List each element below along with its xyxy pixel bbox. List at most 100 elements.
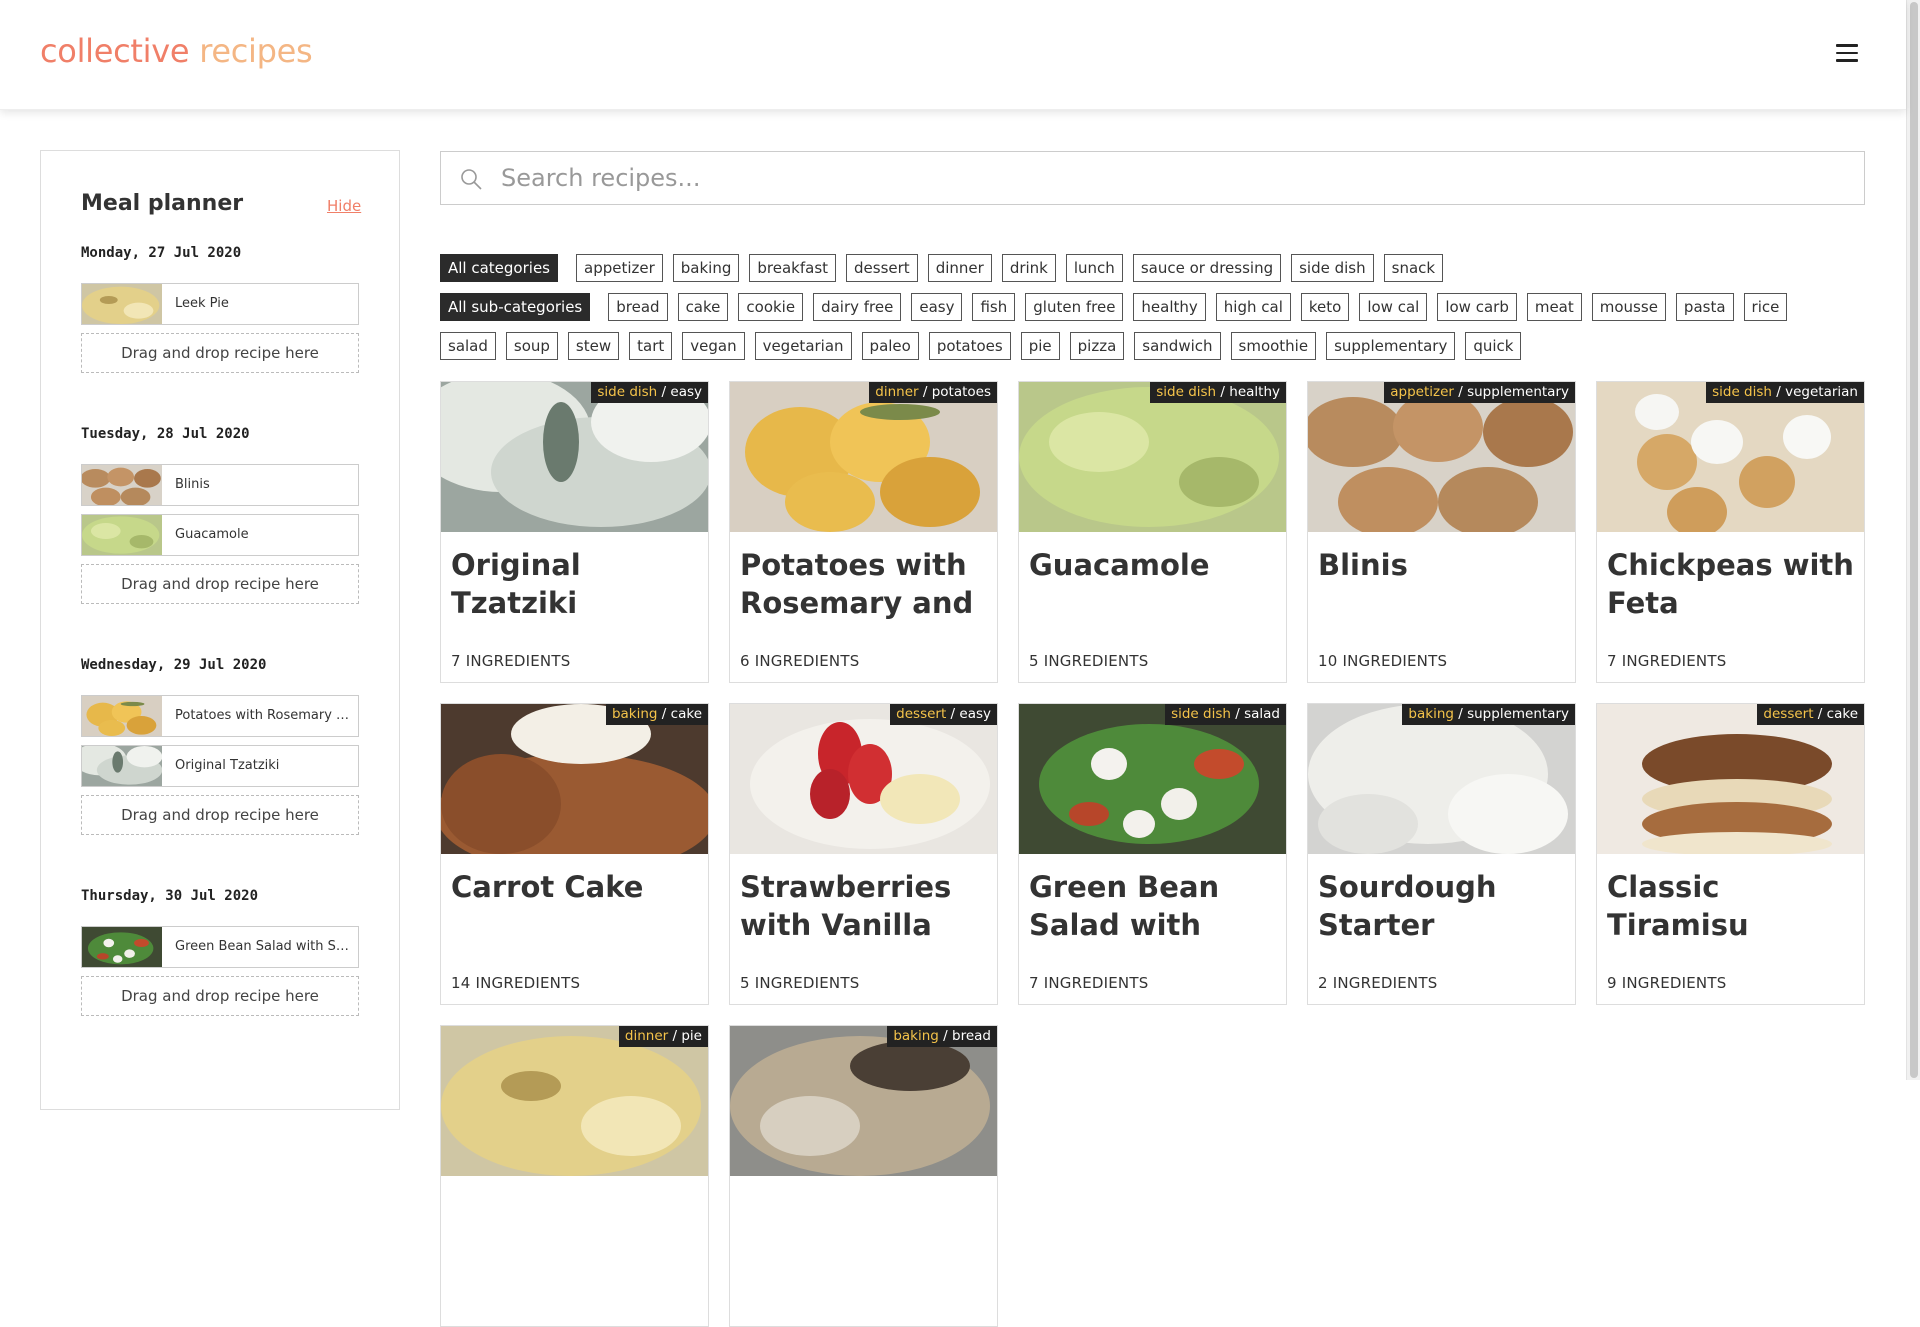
- subcategory-tag[interactable]: soup: [505, 332, 558, 360]
- drop-zone[interactable]: Drag and drop recipe here: [81, 795, 359, 835]
- recipe-category-badge: side dish / easy: [591, 382, 708, 403]
- subcategory-tag[interactable]: vegetarian: [754, 332, 852, 360]
- recipe-card[interactable]: dessert / cake Classic Tiramisu 9 INGREDIE…: [1596, 703, 1865, 1005]
- recipe-card[interactable]: side dish / healthy Guacamole 5 INGREDIENT…: [1018, 381, 1287, 683]
- recipe-title: Classic Tiramisu: [1607, 870, 1749, 942]
- logo[interactable]: collective recipes: [40, 32, 313, 70]
- recipe-title: Sourdough Starter: [1318, 870, 1497, 942]
- recipe-card[interactable]: dinner / pie: [440, 1025, 709, 1327]
- subcategory-tag[interactable]: quick: [1465, 332, 1522, 360]
- subcategory-tag[interactable]: low cal: [1359, 293, 1428, 321]
- search-input[interactable]: [501, 160, 1841, 196]
- subcategory-tag[interactable]: fish: [972, 293, 1016, 321]
- category-tag[interactable]: dinner: [927, 254, 992, 282]
- drop-zone[interactable]: Drag and drop recipe here: [81, 564, 359, 604]
- planner-recipe[interactable]: Original Tzatziki: [73, 743, 359, 787]
- recipe-category-badge: baking / supplementary: [1402, 704, 1575, 725]
- badge-separator: /: [918, 384, 932, 400]
- subcategory-tag[interactable]: rice: [1743, 293, 1788, 321]
- badge-category: side dish: [1156, 384, 1217, 400]
- subcategory-tag[interactable]: tart: [629, 332, 673, 360]
- category-tag[interactable]: dessert: [846, 254, 918, 282]
- page-scrollbar[interactable]: [1906, 0, 1920, 1080]
- badge-separator: /: [1771, 384, 1786, 400]
- badge-separator: /: [946, 706, 960, 722]
- recipe-image: [730, 1026, 997, 1176]
- category-tag[interactable]: appetizer: [576, 254, 663, 282]
- category-tag[interactable]: snack: [1383, 254, 1444, 282]
- subcategory-tag[interactable]: pasta: [1675, 293, 1734, 321]
- planner-recipe[interactable]: Leek Pie: [81, 283, 359, 325]
- planner-recipe-name: Blinis: [175, 477, 210, 492]
- category-filter-row: All categories appetizer baking breakfast de…: [440, 254, 1453, 282]
- recipe-card[interactable]: side dish / salad Green Bean Salad with S…: [1018, 703, 1287, 1005]
- day-title: Thursday, 30 Jul 2020: [81, 888, 259, 904]
- subcategory-tag[interactable]: meat: [1526, 293, 1582, 321]
- badge-separator: /: [657, 706, 671, 722]
- badge-separator: /: [657, 384, 671, 400]
- subcategory-tag[interactable]: bread: [608, 293, 668, 321]
- subcategory-tag[interactable]: stew: [567, 332, 620, 360]
- planner-recipe-name: Original Tzatziki: [175, 758, 280, 773]
- subcategory-tag[interactable]: high cal: [1215, 293, 1291, 321]
- category-tag[interactable]: drink: [1001, 254, 1056, 282]
- subcategory-tag[interactable]: gluten free: [1025, 293, 1124, 321]
- recipe-card[interactable]: side dish / vegetarian Chickpeas with Fet…: [1596, 381, 1865, 683]
- badge-category: dessert: [896, 706, 947, 722]
- planner-recipe-thumbnail: [82, 284, 162, 324]
- badge-category: appetizer: [1390, 384, 1454, 400]
- subcategory-all[interactable]: All sub-categories: [440, 293, 591, 321]
- planner-recipe[interactable]: Guacamole: [81, 514, 359, 556]
- subcategory-tag[interactable]: low carb: [1437, 293, 1517, 321]
- drop-zone[interactable]: Drag and drop recipe here: [81, 333, 359, 373]
- badge-category: baking: [893, 1028, 939, 1044]
- category-all[interactable]: All categories: [440, 254, 558, 282]
- planner-day: Wednesday, 29 Jul 2020 Potatoes with Rose…: [73, 655, 359, 835]
- category-tag[interactable]: sauce or dressing: [1132, 254, 1282, 282]
- subcategory-tag[interactable]: paleo: [861, 332, 919, 360]
- subcategory-tag[interactable]: healthy: [1133, 293, 1206, 321]
- recipe-card[interactable]: baking / bread: [729, 1025, 998, 1327]
- recipe-image: [1019, 382, 1286, 532]
- recipe-card[interactable]: dinner / potatoes Potatoes with Rosemary …: [729, 381, 998, 683]
- planner-recipe[interactable]: Blinis: [80, 464, 359, 507]
- recipe-card[interactable]: side dish / easy Original Tzatziki 7 INGRE…: [440, 381, 709, 683]
- category-tag[interactable]: breakfast: [749, 254, 837, 282]
- recipe-card[interactable]: appetizer / supplementary Blinis 10 INGRED…: [1307, 381, 1576, 683]
- recipe-card[interactable]: baking / supplementary Sourdough Starter 2…: [1307, 703, 1576, 1005]
- subcategory-tag[interactable]: smoothie: [1230, 332, 1317, 360]
- scrollbar-thumb[interactable]: [1910, 2, 1918, 1078]
- subcategory-tag[interactable]: pizza: [1069, 332, 1125, 360]
- recipe-title: Chickpeas with Feta: [1607, 548, 1854, 620]
- subcategory-tag[interactable]: mousse: [1591, 293, 1666, 321]
- recipe-card[interactable]: baking / cake Carrot Cake 14 INGREDIENTS: [440, 703, 709, 1005]
- hide-planner-link[interactable]: Hide: [327, 197, 361, 215]
- badge-separator: /: [938, 1028, 953, 1044]
- badge-separator: /: [1230, 706, 1245, 722]
- recipe-title: Blinis: [1318, 548, 1408, 582]
- subcategory-tag[interactable]: pie: [1020, 332, 1060, 360]
- subcategory-tag[interactable]: supplementary: [1326, 332, 1456, 360]
- badge-category: baking: [1408, 706, 1454, 722]
- recipe-category-badge: dinner / pie: [618, 1026, 708, 1047]
- planner-recipe[interactable]: Potatoes with Rosemary a…: [81, 695, 359, 737]
- drop-zone[interactable]: Drag and drop recipe here: [81, 976, 359, 1016]
- subcategory-tag[interactable]: cookie: [738, 293, 804, 321]
- category-tag[interactable]: lunch: [1065, 254, 1123, 282]
- meal-planner: Meal planner Hide Monday, 27 Jul 2020 Lee…: [40, 150, 400, 1110]
- category-tag[interactable]: baking: [672, 254, 740, 282]
- subcategory-tag[interactable]: vegan: [682, 332, 745, 360]
- recipe-card[interactable]: dessert / easy Strawberries with Vanilla 5…: [729, 703, 998, 1005]
- planner-recipe-thumbnail: [73, 743, 163, 786]
- subcategory-tag[interactable]: sandwich: [1134, 332, 1221, 360]
- subcategory-tag[interactable]: dairy free: [813, 293, 902, 321]
- subcategory-tag[interactable]: potatoes: [928, 332, 1011, 360]
- planner-recipe[interactable]: Green Bean Salad with Se…: [81, 926, 359, 968]
- category-tag[interactable]: side dish: [1291, 254, 1374, 282]
- hamburger-menu-icon[interactable]: [1836, 44, 1858, 62]
- subcategory-tag[interactable]: salad: [440, 332, 496, 360]
- subcategory-tag[interactable]: easy: [911, 293, 963, 321]
- subcategory-tag[interactable]: keto: [1300, 293, 1350, 321]
- subcategory-tag[interactable]: cake: [677, 293, 729, 321]
- badge-category: dessert: [1763, 706, 1814, 722]
